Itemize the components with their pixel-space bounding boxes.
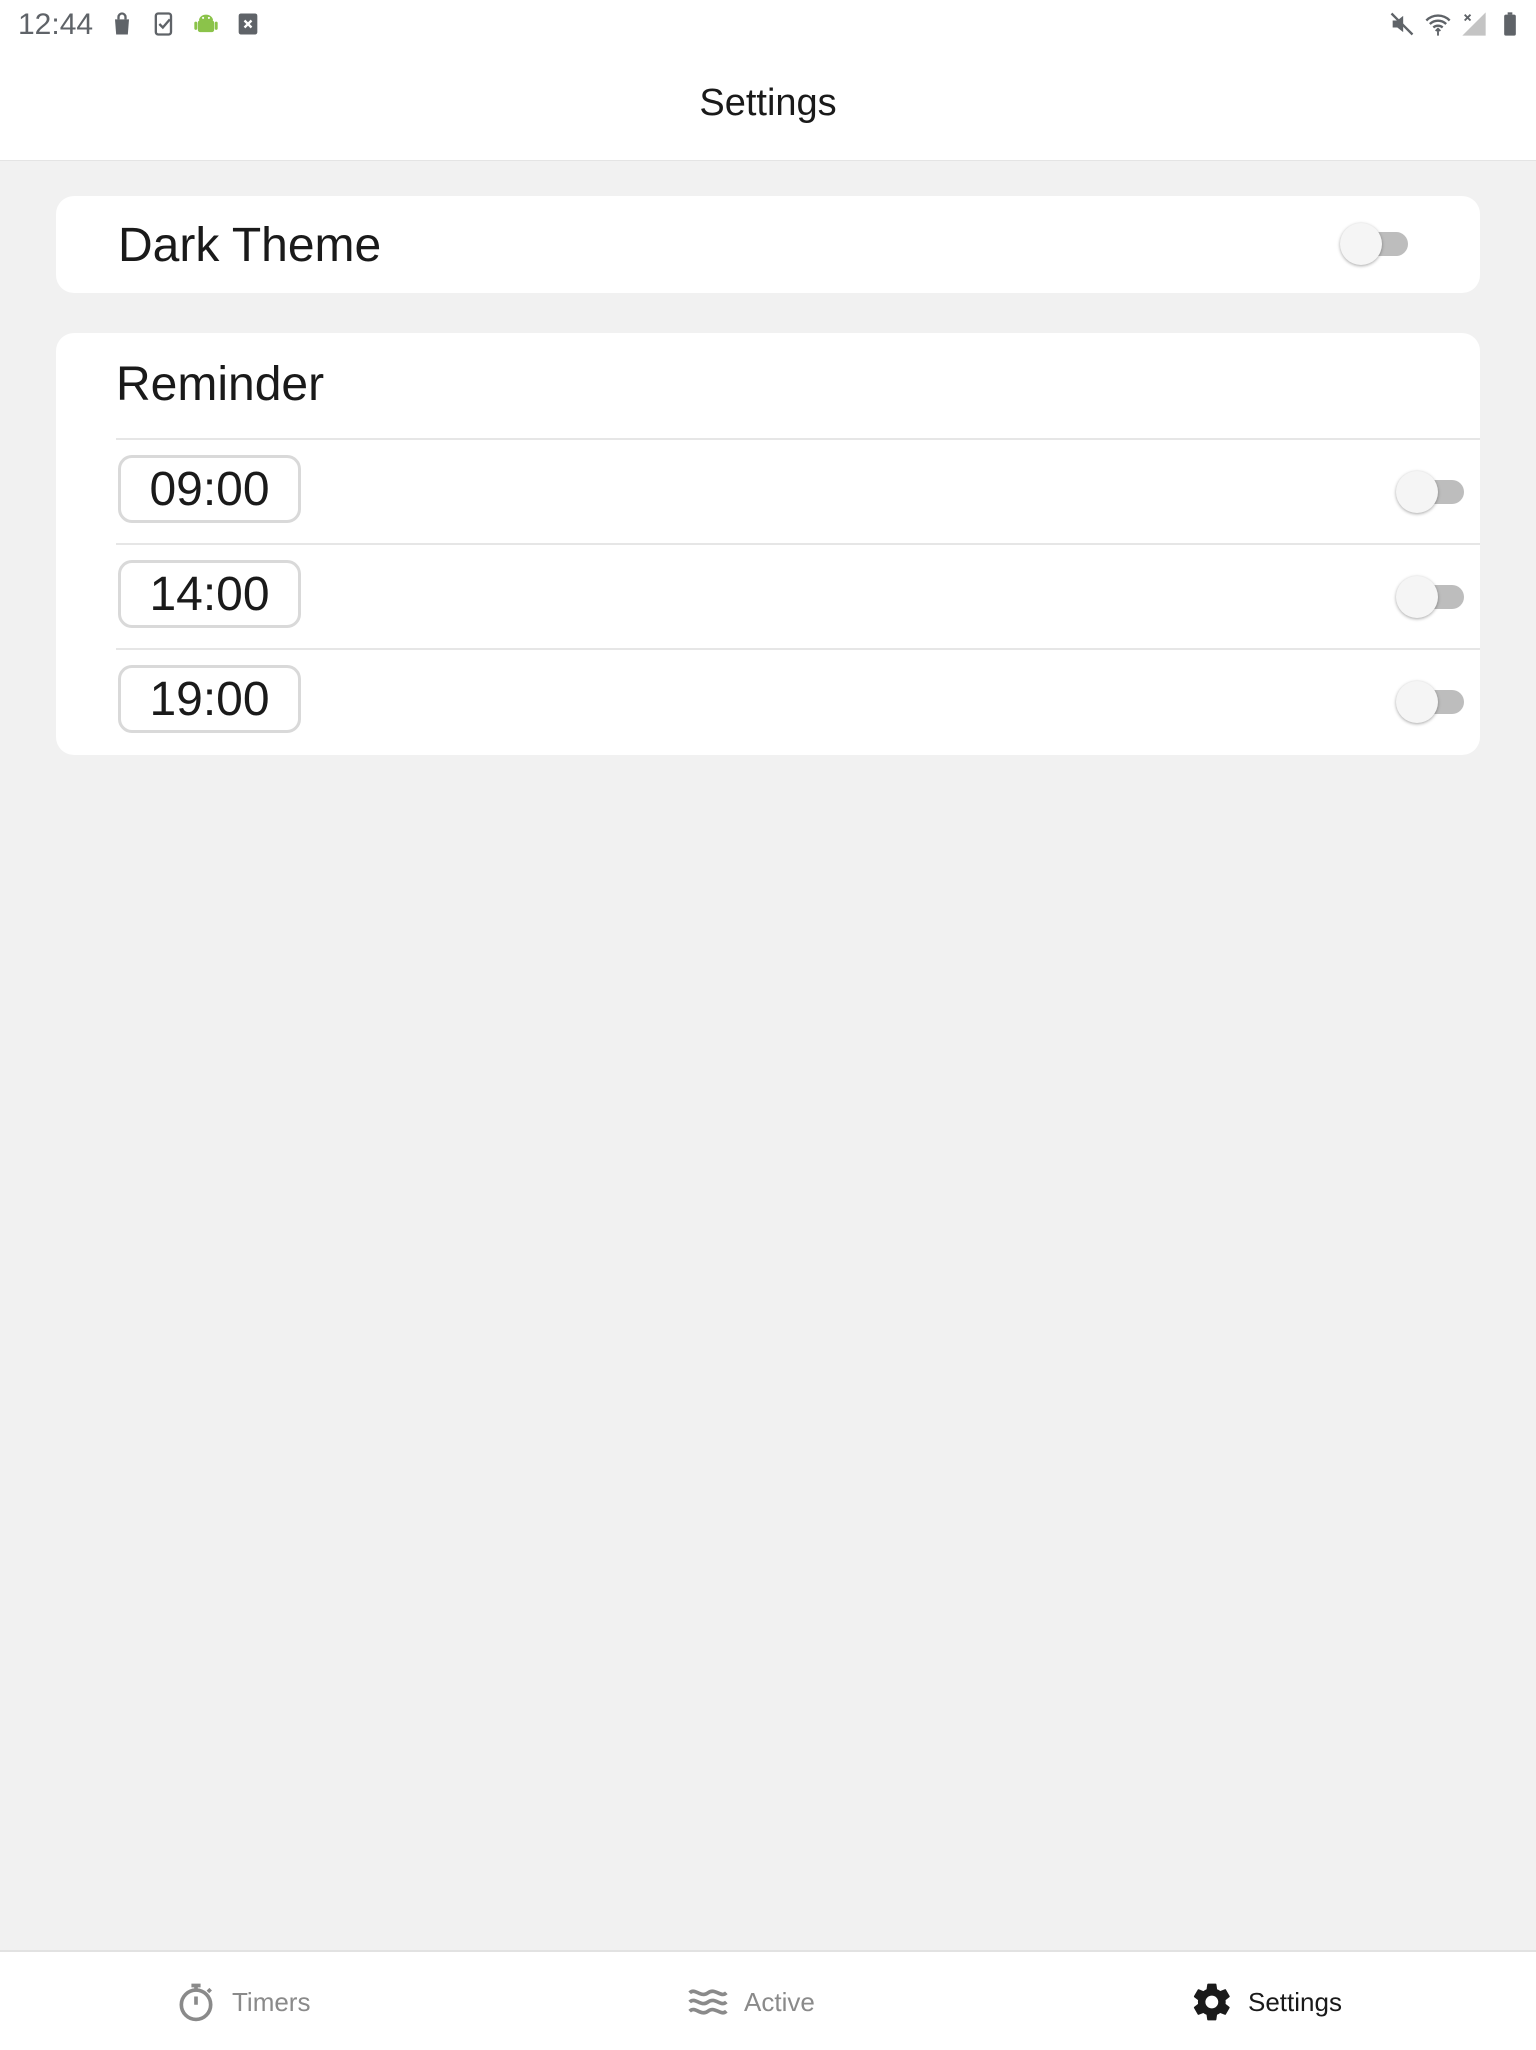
reminder-card: Reminder 09:00 14:00 19:00	[56, 333, 1480, 755]
battery-icon	[1504, 12, 1516, 36]
reminder-time-button[interactable]: 19:00	[118, 665, 301, 733]
switch-thumb	[1396, 576, 1438, 618]
checklist-phone-icon	[154, 12, 173, 36]
system-icons	[1388, 10, 1524, 38]
status-time: 12:44	[18, 8, 94, 41]
reminder-row: 09:00	[116, 438, 1480, 545]
nav-item-timers[interactable]: Timers	[174, 1980, 310, 2024]
waves-icon	[688, 1989, 728, 2015]
reminder-switch[interactable]	[1396, 471, 1468, 513]
gear-icon	[1193, 1983, 1230, 2021]
switch-thumb	[1340, 223, 1382, 265]
nav-item-settings[interactable]: Settings	[1190, 1980, 1342, 2024]
stopwatch-icon	[179, 1983, 213, 2022]
status-bar: 12:44	[0, 0, 1536, 52]
mute-icon	[1390, 12, 1414, 36]
wifi-icon	[1425, 14, 1451, 36]
reminder-row: 14:00	[116, 543, 1480, 650]
nav-item-label: Timers	[232, 1986, 311, 2017]
bottom-nav: Timers Active Settings	[0, 1950, 1536, 2050]
notification-icons	[108, 10, 262, 38]
shopping-bag-icon	[115, 12, 129, 35]
page-title: Settings	[699, 82, 837, 124]
reminder-time-button[interactable]: 14:00	[118, 560, 301, 628]
reminder-time-button[interactable]: 09:00	[118, 455, 301, 523]
dark-theme-card: Dark Theme	[56, 196, 1480, 293]
app-bar: Settings	[0, 52, 1536, 161]
dark-theme-switch[interactable]	[1340, 223, 1412, 265]
reminder-switch[interactable]	[1396, 681, 1468, 723]
android-icon	[194, 14, 218, 33]
switch-thumb	[1396, 681, 1438, 723]
close-box-icon	[238, 13, 258, 35]
nav-item-label: Settings	[1248, 1986, 1342, 2017]
dark-theme-label: Dark Theme	[118, 219, 382, 272]
nav-item-label: Active	[744, 1986, 815, 2017]
no-signal-icon	[1462, 12, 1486, 36]
reminder-row: 19:00	[116, 648, 1480, 755]
switch-thumb	[1396, 471, 1438, 513]
reminder-title: Reminder	[116, 358, 325, 411]
nav-item-active[interactable]: Active	[686, 1980, 815, 2024]
reminder-switch[interactable]	[1396, 576, 1468, 618]
